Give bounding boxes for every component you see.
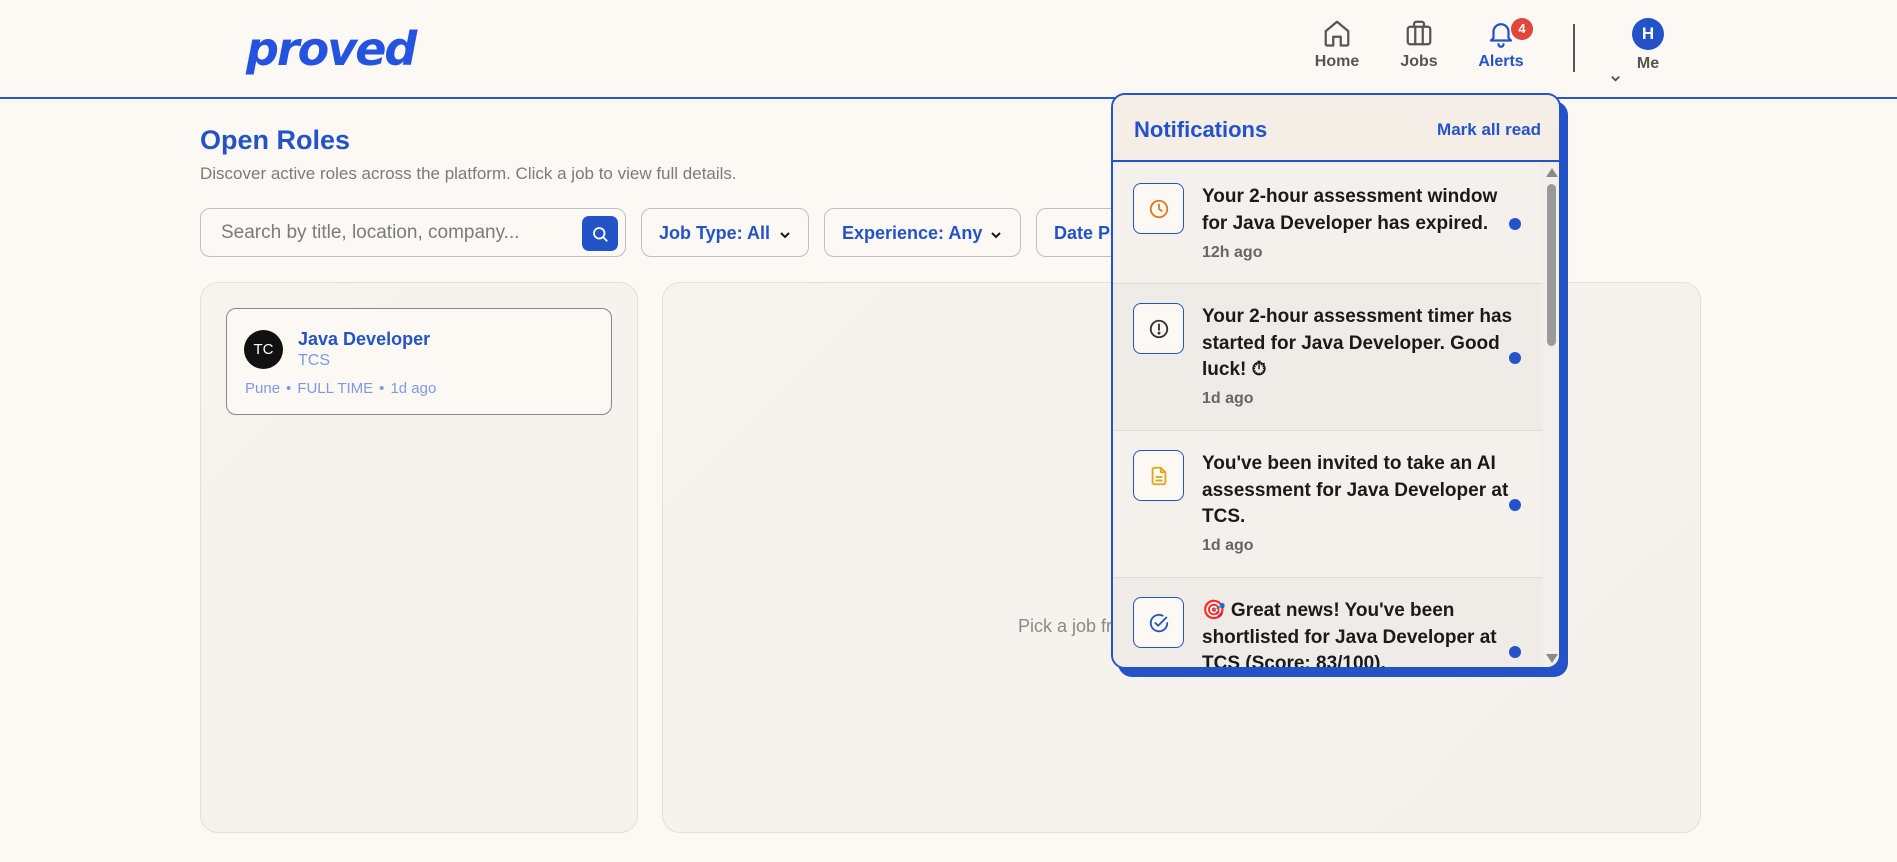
notification-item[interactable]: Your 2-hour assessment window for Java D… [1113,164,1541,284]
unread-dot [1509,218,1521,230]
page-title: Open Roles [200,125,351,155]
chevron-down-icon [991,232,1001,239]
job-title: Java Developer [298,329,431,349]
scroll-thumb[interactable] [1547,184,1556,346]
me-label-text: Me [1636,55,1660,72]
nav-jobs[interactable]: Jobs [1379,18,1459,78]
search-input[interactable] [221,222,571,244]
unread-dot [1509,646,1521,658]
notification-text: Your 2-hour assessment timer has started… [1202,306,1513,380]
chevron-down-icon [1611,76,1620,82]
notifications-title: Notifications [1134,117,1268,142]
notification-time: 12h ago [1202,244,1263,261]
notification-text: You've been invited to take an AI assess… [1202,453,1509,527]
document-icon [1151,466,1167,486]
notification-icon-box [1133,183,1184,234]
job-company: TCS [298,352,330,369]
notification-time: 1d ago [1202,537,1254,554]
notification-time: 1d ago [1202,390,1254,407]
job-type-filter[interactable]: Job Type: All [641,208,809,257]
page-subtitle: Discover active roles across the platfor… [200,164,737,183]
nav-divider [1573,24,1575,72]
brand-logo[interactable]: proved [246,22,417,76]
job-meta: Pune • FULL TIME • 1d ago [245,380,437,397]
nav-me-label: Me [1608,55,1688,84]
search-button[interactable] [582,216,618,251]
briefcase-icon [1406,20,1432,46]
notification-item[interactable]: You've been invited to take an AI assess… [1113,431,1541,578]
nav-home[interactable]: Home [1297,18,1377,78]
home-icon [1324,20,1350,47]
nav-home-label: Home [1314,53,1360,70]
scroll-down-arrow[interactable] [1546,654,1558,663]
nav-jobs-label: Jobs [1400,53,1438,70]
unread-dot [1509,499,1521,511]
notifications-list: Your 2-hour assessment window for Java D… [1113,164,1541,669]
check-circle-icon [1149,613,1169,633]
alerts-count-badge: 4 [1511,18,1533,40]
job-card[interactable]: TC Java Developer TCS Pune • FULL TIME • 1d … [226,308,612,415]
notification-icon-box [1133,597,1184,648]
nav-alerts-label: Alerts [1478,53,1524,70]
notification-icon-box [1133,450,1184,501]
chevron-down-icon [780,232,790,239]
experience-filter[interactable]: Experience: Any [824,208,1021,257]
search-icon [593,227,608,242]
job-type-filter-label: Job Type: All [659,223,771,243]
mark-all-read-button[interactable]: Mark all read [1437,120,1541,140]
experience-filter-label: Experience: Any [842,223,983,243]
search-box [200,208,626,257]
company-logo: TC [244,330,283,369]
clock-icon [1149,199,1169,219]
avatar: H [1632,18,1664,50]
job-posted: 1d ago [390,380,437,397]
scroll-up-arrow[interactable] [1546,168,1558,177]
notification-icon-box [1133,303,1184,354]
notification-item[interactable]: 🎯 Great news! You've been shortlisted fo… [1113,578,1541,669]
alert-circle-icon [1149,319,1169,339]
notifications-dropdown: Notifications Mark all read Your 2-hour … [1111,93,1561,669]
notification-item[interactable]: Your 2-hour assessment timer has started… [1113,284,1541,431]
notification-text: 🎯 Great news! You've been shortlisted fo… [1202,600,1497,669]
top-header: proved Home Jobs 4 Alerts H Me [0,0,1897,99]
notifications-scrollbar[interactable] [1544,164,1559,667]
notification-text: Your 2-hour assessment window for Java D… [1202,186,1498,234]
nav-alerts[interactable]: 4 Alerts [1461,18,1541,78]
unread-dot [1509,352,1521,364]
job-type: FULL TIME [297,380,374,397]
nav-me[interactable]: H Me [1608,18,1688,82]
notifications-header: Notifications Mark all read [1113,95,1559,162]
job-location: Pune [245,380,281,397]
